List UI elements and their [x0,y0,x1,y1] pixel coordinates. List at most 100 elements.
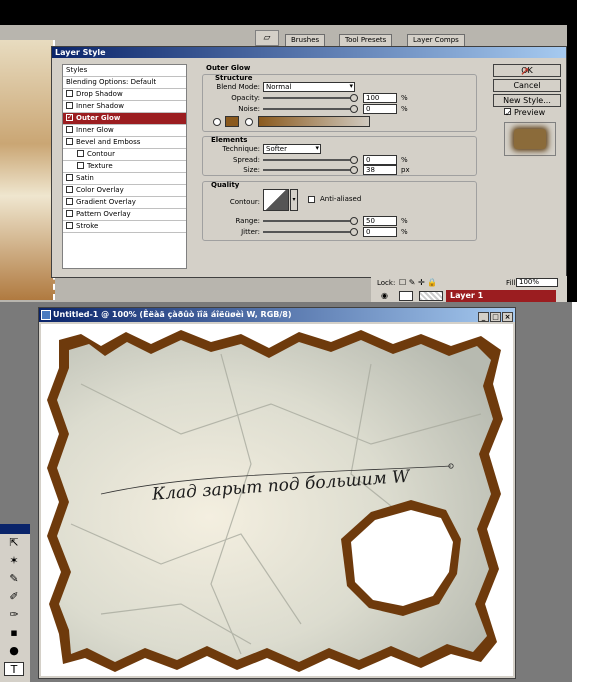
style-item-label: Gradient Overlay [76,198,136,206]
style-item-contour[interactable]: Contour [63,149,186,161]
preview-checkbox[interactable]: ✓ [504,108,512,118]
noise-unit: % [401,105,408,113]
contour-label: Contour: [229,198,260,206]
size-slider[interactable] [263,165,358,174]
history-brush-icon[interactable]: ✑ [4,608,24,622]
jitter-label: Jitter: [241,228,260,236]
style-item-satin[interactable]: Satin [63,173,186,185]
style-checkbox[interactable] [66,90,73,97]
preview-option[interactable]: ✓ Preview [504,108,545,118]
glow-color-swatch[interactable] [225,116,239,127]
eraser-icon[interactable]: ▪ [4,626,24,640]
lock-icons[interactable]: ☐ ✎ ✛ 🔒 [399,278,437,287]
pencil-tool-icon[interactable]: ✐ [4,590,24,604]
style-item-stroke[interactable]: Stroke [63,221,186,233]
contour-dropdown-icon[interactable]: ▾ [290,189,298,211]
style-item-color-overlay[interactable]: Color Overlay [63,185,186,197]
eye-icon[interactable]: ◉ [381,291,391,301]
noise-slider[interactable] [263,104,358,113]
style-checkbox[interactable] [66,186,73,193]
layer-style-screenshot: ▱ Brushes Tool Presets Layer Comps Layer… [0,0,577,302]
technique-label: Technique: [222,145,260,153]
style-checkbox[interactable] [66,210,73,217]
close-button[interactable]: × [502,312,513,322]
anti-aliased-checkbox[interactable] [308,196,315,203]
elements-heading: Elements [211,136,248,144]
style-item-texture[interactable]: Texture [63,161,186,173]
tab-tool-presets[interactable]: Tool Presets [339,34,393,46]
palette-well-icon[interactable]: ▱ [255,30,279,46]
style-item-label: Stroke [76,222,99,230]
fill-input[interactable]: 100% [516,278,558,287]
style-item-bevel-and-emboss[interactable]: Bevel and Emboss [63,137,186,149]
style-checkbox[interactable] [66,126,73,133]
style-item-gradient-overlay[interactable]: Gradient Overlay [63,197,186,209]
style-item-label: Inner Glow [76,126,114,134]
style-item-blending-options-default[interactable]: Blending Options: Default [63,77,186,89]
layer-row[interactable]: ◉ Layer 1 [371,290,567,302]
style-checkbox[interactable] [66,174,73,181]
range-input[interactable]: 50 [363,216,397,226]
style-item-outer-glow[interactable]: Outer Glow [63,113,186,125]
size-input[interactable]: 38 [363,165,397,175]
opacity-slider[interactable] [263,93,358,102]
minimize-button[interactable]: _ [478,312,489,322]
lock-label: Lock: [377,279,396,287]
layer-name: Layer 1 [446,290,556,302]
quality-section: Quality Contour: ▾ Anti-aliased Range: 5… [202,181,477,241]
style-checkbox[interactable] [66,198,73,205]
magic-wand-icon[interactable]: ✶ [4,554,24,568]
style-item-label: Satin [76,174,94,182]
range-label: Range: [235,217,260,225]
gradient-picker[interactable] [258,116,370,127]
opacity-input[interactable]: 100 [363,93,397,103]
type-tool-icon[interactable]: T [4,662,24,676]
new-style-button[interactable]: New Style... [493,94,561,107]
style-item-label: Drop Shadow [76,90,123,98]
opacity-unit: % [401,94,408,102]
blur-tool-icon[interactable]: ● [4,644,24,658]
styles-list: Styles Blending Options: Default Drop Shad… [62,64,187,269]
style-item-label: Color Overlay [76,186,124,194]
style-checkbox[interactable] [66,138,73,145]
tab-layer-comps[interactable]: Layer Comps [407,34,465,46]
tab-brushes[interactable]: Brushes [285,34,326,46]
right-black-strip [567,25,577,302]
style-checkbox[interactable] [66,102,73,109]
style-preview-thumbnail [504,122,556,156]
spread-slider[interactable] [263,155,358,164]
opacity-label: Opacity: [231,94,260,102]
style-item-drop-shadow[interactable]: Drop Shadow [63,89,186,101]
jitter-slider[interactable] [263,227,358,236]
range-slider[interactable] [263,216,358,225]
blend-mode-select[interactable]: Normal [263,82,355,92]
brush-tool-icon[interactable]: ✎ [4,572,24,586]
move-tool-icon[interactable]: ⇱ [4,536,24,550]
size-unit: px [401,166,410,174]
style-item-inner-glow[interactable]: Inner Glow [63,125,186,137]
style-item-label: Bevel and Emboss [76,138,141,146]
style-checkbox[interactable] [77,150,84,157]
noise-input[interactable]: 0 [363,104,397,114]
parchment-paper [57,340,493,662]
cursor-icon: ➚ [520,64,531,78]
style-checkbox[interactable] [66,222,73,229]
solid-color-radio[interactable] [213,118,221,126]
style-checkbox[interactable] [66,113,73,123]
noise-label: Noise: [238,105,260,113]
style-item-label: Contour [87,150,115,158]
technique-select[interactable]: Softer [263,144,321,154]
structure-heading: Structure [215,74,253,82]
document-canvas[interactable]: Клад зарыт под большим W [41,324,513,676]
gradient-radio[interactable] [245,118,253,126]
style-checkbox[interactable] [77,162,84,169]
jitter-input[interactable]: 0 [363,227,397,237]
style-item-pattern-overlay[interactable]: Pattern Overlay [63,209,186,221]
maximize-button[interactable]: □ [490,312,501,322]
contour-picker[interactable] [263,189,289,211]
style-item-label: Outer Glow [76,114,121,122]
cancel-button[interactable]: Cancel [493,79,561,92]
style-item-styles[interactable]: Styles [63,65,186,77]
style-item-inner-shadow[interactable]: Inner Shadow [63,101,186,113]
spread-input[interactable]: 0 [363,155,397,165]
